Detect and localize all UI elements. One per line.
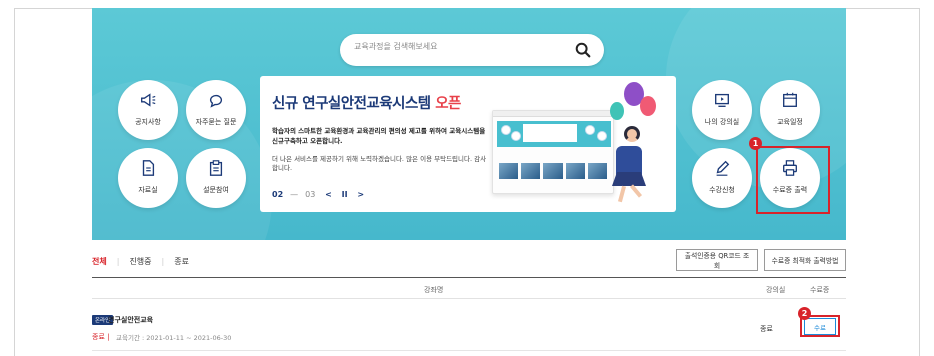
banner-description: 학습자의 스마트한 교육환경과 교육관리의 편의성 제고를 위하여 교육시스템을… [272, 127, 486, 145]
pause-slide-button[interactable]: II [342, 190, 348, 199]
quick-link-notice[interactable]: 공지사항 [118, 80, 178, 140]
quick-link-label: 교육일정 [777, 118, 803, 126]
megaphone-icon [141, 93, 156, 107]
pager-separator: — [290, 190, 299, 199]
quick-link-label: 나의 강의실 [704, 118, 740, 126]
quick-link-schedule[interactable]: 교육일정 [760, 80, 820, 140]
quick-link-archive[interactable]: 자료실 [118, 148, 178, 208]
search-input[interactable] [354, 42, 564, 51]
search-bar [340, 34, 604, 66]
header-classroom: 강의실 [766, 286, 786, 294]
filter-all[interactable]: 전체 [92, 257, 107, 266]
status-filter: 전체 | 진행중 | 종료 [92, 257, 189, 266]
prev-slide-button[interactable]: < [325, 190, 332, 199]
search-icon[interactable] [574, 41, 592, 59]
filter-in-progress[interactable]: 진행중 [129, 257, 151, 266]
calendar-icon [783, 92, 797, 107]
quick-link-label: 자료실 [138, 186, 158, 194]
next-slide-button[interactable]: > [357, 190, 364, 199]
header-certificate: 수료증 [810, 286, 830, 294]
pager-current: 02 [272, 190, 284, 199]
print-guide-button[interactable]: 수료증 최적화 출력방법 [764, 249, 846, 271]
classroom-status: 종료 [760, 325, 773, 333]
balloon-illustration [640, 96, 656, 116]
certificate-print-highlight [756, 146, 830, 214]
table-row: 온라인 연구실안전교육 종료 | 교육기간 : 2021-01-11 ~ 202… [92, 305, 846, 351]
pager-total: 03 [305, 190, 316, 199]
course-status: 종료 | [92, 333, 110, 341]
header-course-name: 강좌명 [424, 286, 444, 294]
quick-link-survey[interactable]: 설문참여 [186, 148, 246, 208]
quick-link-faq[interactable]: 자주묻는 질문 [186, 80, 246, 140]
clipboard-icon [209, 160, 223, 176]
banner-title: 신규 연구실안전교육시스템 오픈 [272, 96, 461, 112]
quick-link-label: 공지사항 [135, 118, 161, 126]
banner-description: 더 나은 서비스를 제공하기 위해 노력하겠습니다. 많은 이용 부탁드립니다.… [272, 155, 487, 172]
step-marker: 1 [749, 137, 762, 150]
quick-link-enrollment[interactable]: 수강신청 [692, 148, 752, 208]
document-icon [142, 160, 155, 176]
qr-code-lookup-button[interactable]: 출석인증용 QR코드 조회 [676, 249, 758, 271]
play-screen-icon [715, 93, 729, 107]
balloon-illustration [610, 102, 624, 120]
quick-link-label: 자주묻는 질문 [195, 118, 237, 126]
course-table-header: 강좌명 강의실 수료증 [92, 277, 846, 299]
website-mockup-illustration [492, 110, 614, 194]
course-period: 교육기간 : 2021-01-11 ~ 2021-06-30 [116, 334, 232, 342]
filter-finished[interactable]: 종료 [174, 257, 189, 266]
speech-bubble-icon [209, 94, 223, 108]
quick-link-my-classroom[interactable]: 나의 강의실 [692, 80, 752, 140]
course-title[interactable]: 연구실안전교육 [108, 315, 153, 325]
hero-section: 공지사항 자주묻는 질문 자료실 설문참여 신규 연구실안전교육시스템 오픈 학… [92, 8, 846, 240]
quick-link-label: 설문참여 [203, 186, 229, 194]
pencil-icon [716, 160, 730, 176]
person-illustration [624, 126, 640, 142]
announcement-banner[interactable]: 신규 연구실안전교육시스템 오픈 학습자의 스마트한 교육환경과 교육관리의 편… [260, 76, 676, 212]
step-marker: 2 [798, 307, 811, 320]
quick-link-label: 수강신청 [709, 186, 735, 194]
banner-pager: 02 — 03 < II > [272, 190, 371, 199]
